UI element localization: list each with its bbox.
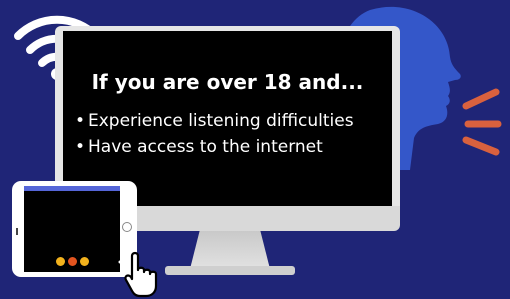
bullet-text: Have access to the internet [88,137,323,157]
bullet-text: Experience listening difficulties [88,111,354,131]
tablet-home-button[interactable] [122,222,132,232]
tablet-camera [16,228,18,235]
tablet-call-button[interactable] [80,257,89,266]
bullet-item: • Have access to the internet [75,137,323,157]
bullet-item: • Experience listening difficulties [75,111,354,131]
monitor-stand-base [165,266,295,275]
monitor-stand [190,231,270,269]
tablet-call-button[interactable] [56,257,65,266]
tablet-end-call-button[interactable] [68,257,77,266]
sound-waves-icon [462,88,502,156]
pointing-hand-cursor-icon [118,242,158,298]
tablet-header-bar [24,186,120,191]
headline: If you are over 18 and... [91,70,364,94]
